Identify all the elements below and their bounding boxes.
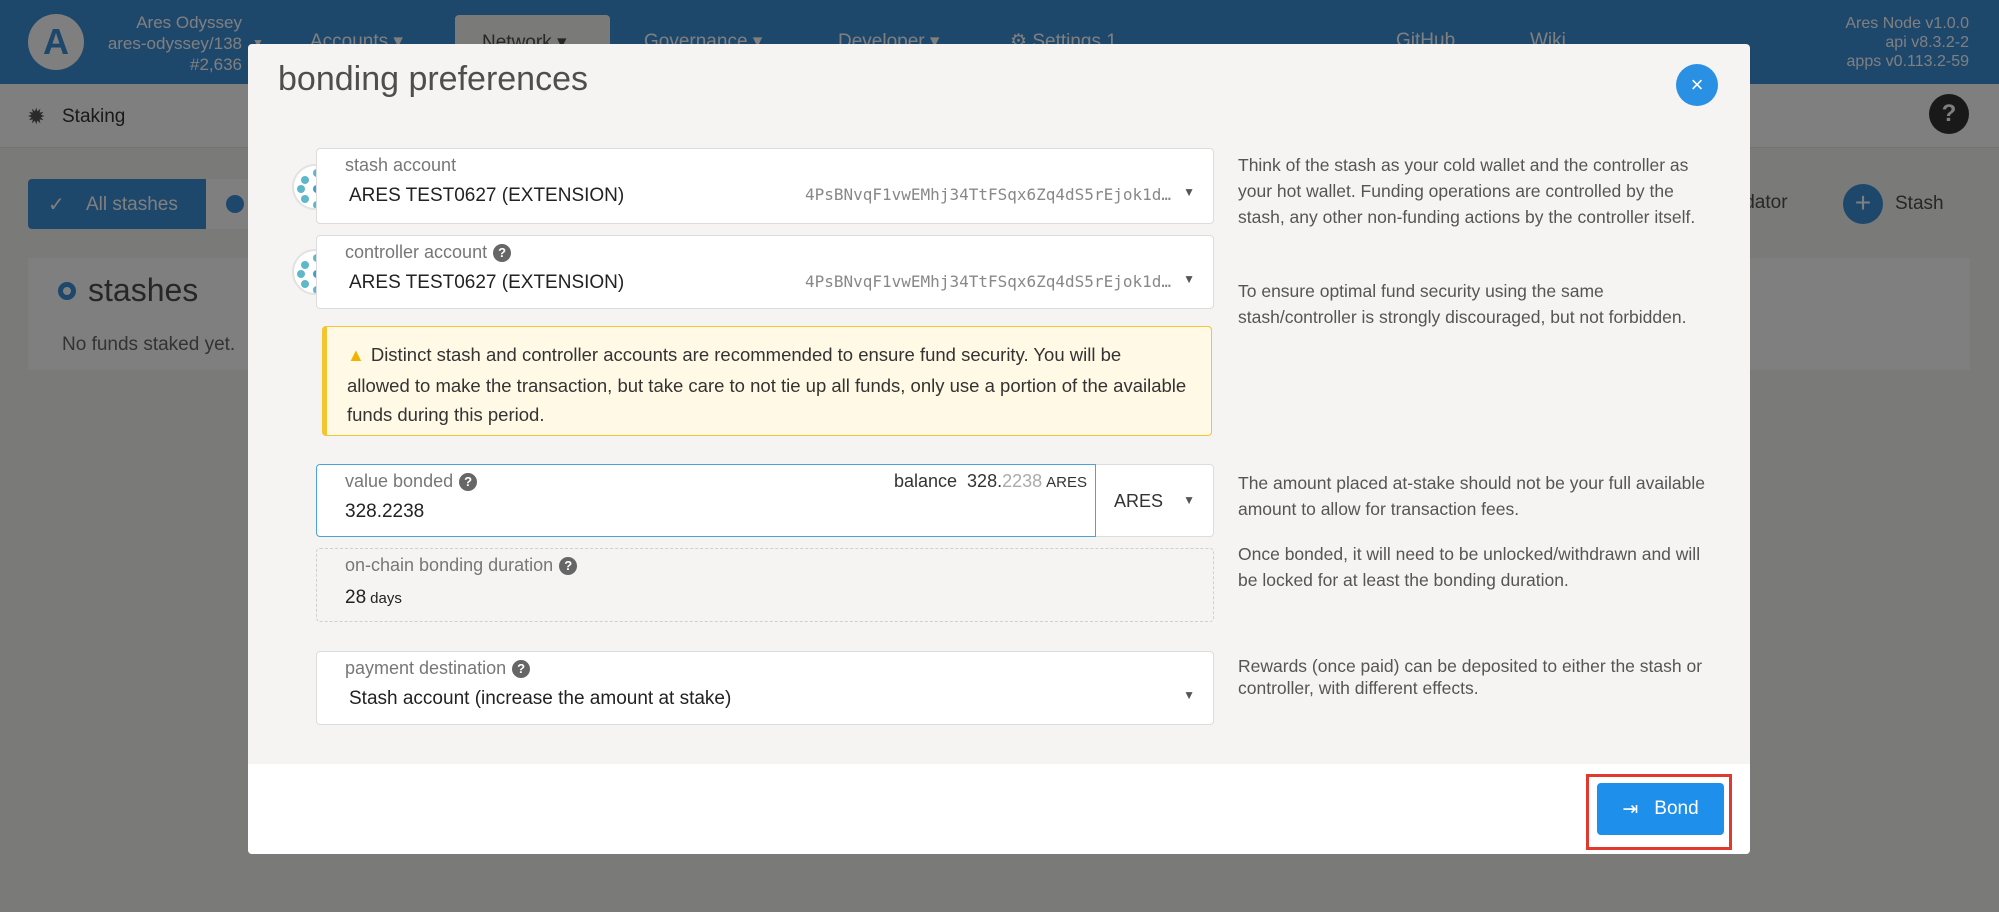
chevron-down-icon: ▼ bbox=[1183, 185, 1195, 199]
duration-label: on-chain bonding duration? bbox=[345, 555, 578, 576]
payment-destination-label: payment destination? bbox=[345, 658, 531, 679]
stash-account-label: stash account bbox=[345, 155, 457, 175]
bonding-modal: bonding preferences × stash account ARES… bbox=[248, 44, 1750, 854]
value-help-text: The amount placed at-stake should not be… bbox=[1238, 473, 1705, 519]
warning-icon: ▲ bbox=[347, 345, 365, 365]
help-icon[interactable]: ? bbox=[559, 556, 578, 575]
balance-display: balance 328.2238 ARES bbox=[893, 471, 1087, 491]
security-help-text: To ensure optimal fund security using th… bbox=[1238, 281, 1687, 327]
duration-help-text: Once bonded, it will need to be unlocked… bbox=[1238, 544, 1701, 590]
controller-account-label: controller account? bbox=[345, 242, 512, 263]
payment-help-text: Rewards (once paid) can be deposited to … bbox=[1238, 656, 1703, 698]
stash-account-address: 4PsBNvqF1vwEMhj34TtFSqx6Zq4dS5rEjok1d… bbox=[804, 185, 1171, 204]
payment-destination-value: Stash account (increase the amount at st… bbox=[349, 688, 732, 709]
bonding-duration: on-chain bonding duration? 28 days bbox=[316, 548, 1214, 622]
sign-in-icon: ⇥ bbox=[1622, 798, 1639, 820]
value-bonded-input[interactable]: value bonded? 328.2238 balance 328.2238 A… bbox=[316, 464, 1096, 537]
chevron-down-icon: ▼ bbox=[1183, 272, 1195, 286]
unit-select[interactable]: ARES ▼ bbox=[1096, 464, 1214, 537]
unit-label: ARES bbox=[1114, 491, 1164, 511]
help-icon[interactable]: ? bbox=[493, 243, 512, 262]
payment-destination-select[interactable]: payment destination? Stash account (incr… bbox=[316, 651, 1214, 725]
stash-help-text: Think of the stash as your cold wallet a… bbox=[1238, 155, 1696, 227]
chevron-down-icon: ▼ bbox=[1183, 688, 1195, 702]
controller-account-name: ARES TEST0627 (EXTENSION) bbox=[349, 272, 625, 293]
warning-text: Distinct stash and controller accounts a… bbox=[347, 344, 1187, 425]
value-bonded-label: value bonded? bbox=[345, 471, 478, 492]
bond-button[interactable]: ⇥ Bond bbox=[1597, 783, 1724, 835]
stash-account-name: ARES TEST0627 (EXTENSION) bbox=[349, 185, 625, 206]
help-icon[interactable]: ? bbox=[459, 472, 478, 491]
help-icon[interactable]: ? bbox=[512, 659, 531, 678]
warning-box: ▲ Distinct stash and controller accounts … bbox=[322, 326, 1212, 436]
value-bonded-amount[interactable]: 328.2238 bbox=[345, 501, 424, 523]
modal-title: bonding preferences bbox=[278, 60, 589, 98]
chevron-down-icon: ▼ bbox=[1183, 493, 1195, 507]
close-button[interactable]: × bbox=[1676, 64, 1718, 106]
duration-value: 28 days bbox=[345, 587, 402, 608]
controller-account-select[interactable]: controller account? ARES TEST0627 (EXTEN… bbox=[316, 235, 1214, 309]
controller-account-address: 4PsBNvqF1vwEMhj34TtFSqx6Zq4dS5rEjok1d… bbox=[804, 272, 1171, 291]
modal-footer bbox=[248, 764, 1750, 854]
stash-account-select[interactable]: stash account ARES TEST0627 (EXTENSION) … bbox=[316, 148, 1214, 224]
